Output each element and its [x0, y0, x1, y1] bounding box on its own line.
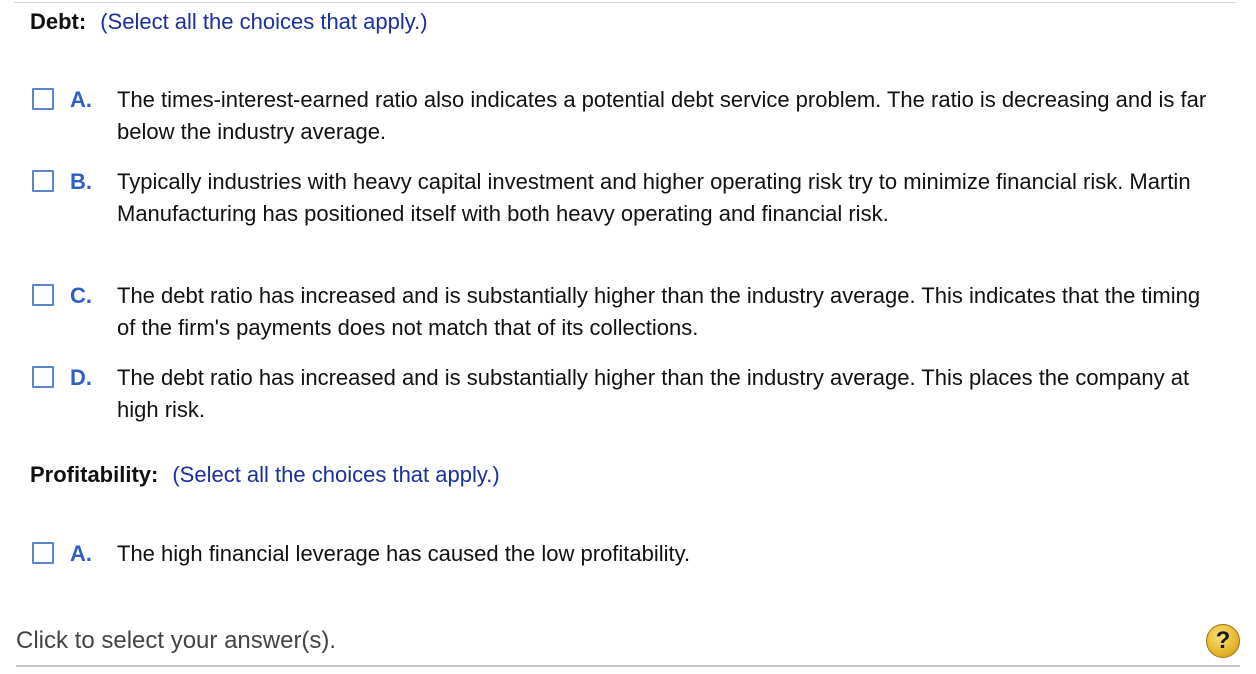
- profitability-choice-a-letter: A.: [70, 541, 92, 566]
- debt-section-instruction: (Select all the choices that apply.): [100, 9, 428, 34]
- profitability-choice-a-checkbox[interactable]: [32, 542, 54, 564]
- debt-section-heading: Debt: (Select all the choices that apply.…: [30, 8, 428, 36]
- debt-choice-d[interactable]: D. The debt ratio has increased and is s…: [30, 362, 1230, 424]
- debt-section-label: Debt:: [30, 9, 87, 34]
- profitability-section-heading: Profitability: (Select all the choices th…: [30, 461, 500, 489]
- debt-choice-c-checkbox[interactable]: [32, 284, 54, 306]
- top-divider: [14, 2, 1236, 3]
- profitability-choice-a-text[interactable]: The high financial leverage has caused t…: [117, 538, 1217, 570]
- debt-choice-c-letter: C.: [70, 283, 92, 308]
- debt-choice-b[interactable]: B. Typically industries with heavy capit…: [30, 166, 1230, 228]
- profitability-section-instruction: (Select all the choices that apply.): [172, 462, 500, 487]
- debt-choice-b-text[interactable]: Typically industries with heavy capital …: [117, 166, 1217, 230]
- profitability-choice-a[interactable]: A. The high financial leverage has cause…: [30, 538, 1230, 600]
- debt-choice-a-checkbox[interactable]: [32, 88, 54, 110]
- question-mark-icon[interactable]: ?: [1206, 624, 1240, 658]
- select-answer-prompt: Click to select your answer(s).: [16, 627, 337, 654]
- debt-choice-b-letter: B.: [70, 169, 92, 194]
- debt-choice-b-checkbox[interactable]: [32, 170, 54, 192]
- debt-choice-d-letter: D.: [70, 365, 92, 390]
- debt-choice-c[interactable]: C. The debt ratio has increased and is s…: [30, 280, 1230, 342]
- debt-choice-a[interactable]: A. The times-interest-earned ratio also …: [30, 84, 1230, 146]
- debt-choice-a-text[interactable]: The times-interest-earned ratio also ind…: [117, 84, 1217, 148]
- debt-choice-d-text[interactable]: The debt ratio has increased and is subs…: [117, 362, 1217, 426]
- debt-choice-a-letter: A.: [70, 87, 92, 112]
- profitability-section-label: Profitability:: [30, 462, 159, 487]
- debt-choice-c-text[interactable]: The debt ratio has increased and is subs…: [117, 280, 1217, 344]
- footer-divider: [16, 665, 1240, 667]
- debt-choice-d-checkbox[interactable]: [32, 366, 54, 388]
